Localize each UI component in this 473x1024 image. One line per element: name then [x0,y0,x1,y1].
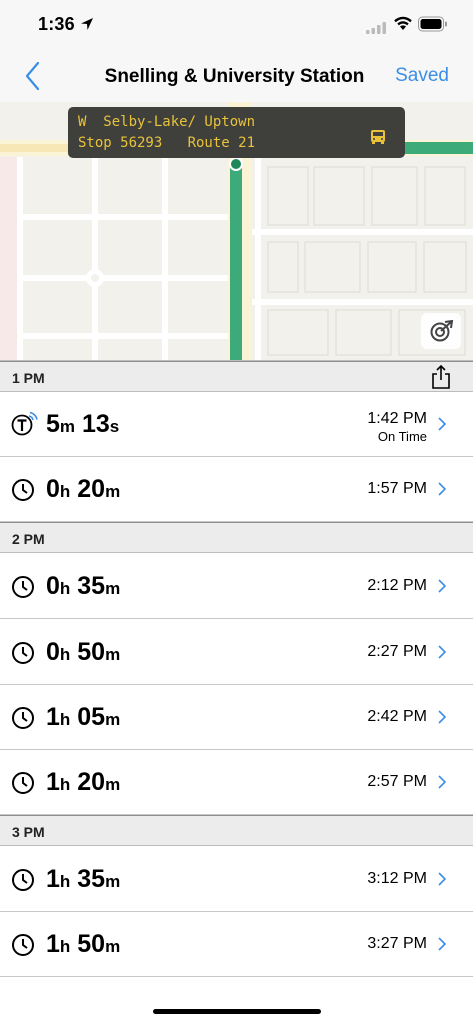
departure-row[interactable]: 0h 35m 2:12 PM [0,554,473,619]
countdown-minutes: 20 [77,475,106,503]
bus-icon [371,130,385,144]
clock-icon [12,576,34,598]
countdown-hours: 0 [46,475,60,503]
countdown-minutes: 05 [77,703,106,731]
countdown-hours-unit: h [59,482,71,501]
stop-route-label: Stop 56293 Route 21 [78,135,256,151]
countdown-minutes: 50 [77,930,106,958]
clock-icon [12,642,34,664]
clock-icon [12,869,34,891]
countdown-minutes: 35 [77,572,106,600]
share-icon[interactable] [430,365,452,389]
countdown-minor: 13 [81,410,110,438]
wifi-icon [394,16,412,30]
chevron-right-icon [438,937,447,951]
section-label: 3 PM [12,824,45,840]
location-arrow-icon [81,18,93,30]
countdown: 0h 35m [46,572,120,601]
countdown: 0h 50m [46,638,120,667]
home-indicator[interactable] [153,1009,321,1014]
status-time: 1:36 [38,14,75,34]
clock-icon [12,479,34,501]
section-label: 1 PM [12,370,45,386]
countdown-hours: 1 [46,865,60,893]
countdown: 0h 20m [46,475,120,504]
countdown-minutes-unit: m [105,579,121,598]
countdown-minor-unit: s [109,417,120,436]
countdown: 5m 13s [46,410,119,439]
countdown-hours-unit: h [59,710,71,729]
countdown: 1h 35m [46,865,120,894]
on-time-status: On Time [377,429,427,444]
countdown-minutes: 35 [77,865,106,893]
countdown-hours-unit: h [59,645,71,664]
departure-row[interactable]: 5m 13s 1:42 PM On Time [0,392,473,457]
clock-icon [12,934,34,956]
section-header-2pm: 2 PM [0,522,473,553]
chevron-right-icon [438,645,447,659]
status-bar: 1:36 [0,0,473,50]
departure-time: 3:27 PM [367,935,427,952]
departure-time: 1:42 PM [367,410,427,427]
battery-icon [418,16,447,32]
navigation-bar: Snelling & University Station Saved [0,50,473,102]
countdown-minutes-unit: m [105,482,121,501]
departure-time: 2:57 PM [367,773,427,790]
saved-button[interactable]: Saved [395,65,449,87]
chevron-right-icon [438,775,447,789]
countdown-minutes-unit: m [105,645,121,664]
map-view[interactable]: W Selby-Lake/ Uptown Stop 56293 Route 21 [0,102,473,361]
clock-icon [12,772,34,794]
departure-row[interactable]: 0h 50m 2:27 PM [0,620,473,685]
departure-time: 3:12 PM [367,870,427,887]
countdown-minutes-unit: m [105,775,121,794]
departure-time: 2:12 PM [367,577,427,594]
chevron-right-icon [438,482,447,496]
locate-target-icon [430,320,454,342]
clock-icon [12,707,34,729]
countdown-minutes: 20 [77,768,106,796]
departure-row[interactable]: 1h 35m 3:12 PM [0,847,473,912]
chevron-right-icon [438,872,447,886]
countdown-hours-unit: h [59,775,71,794]
route-sign: W Selby-Lake/ Uptown Stop 56293 Route 21 [68,107,405,158]
countdown-hours-unit: h [59,937,71,956]
countdown-hours-unit: h [59,872,71,891]
section-header-3pm: 3 PM [0,815,473,846]
section-label: 2 PM [12,531,45,547]
locate-button[interactable] [421,313,461,349]
departure-time: 2:27 PM [367,643,427,660]
countdown-minutes-unit: m [105,710,121,729]
countdown-major-unit: m [59,417,76,436]
departure-row[interactable]: 1h 20m 2:57 PM [0,750,473,815]
section-header-1pm: 1 PM [0,361,473,392]
departure-row[interactable]: 0h 20m 1:57 PM [0,457,473,522]
departure-time: 1:57 PM [367,480,427,497]
countdown-hours: 0 [46,572,60,600]
chevron-right-icon [438,710,447,724]
chevron-right-icon [438,579,447,593]
chevron-right-icon [438,417,447,431]
departure-row[interactable]: 1h 05m 2:42 PM [0,685,473,750]
countdown-hours: 1 [46,768,60,796]
countdown: 1h 50m [46,930,120,959]
departure-time: 2:42 PM [367,708,427,725]
countdown-minutes-unit: m [105,872,121,891]
countdown: 1h 05m [46,703,120,732]
route-direction-label: W Selby-Lake/ Uptown [78,114,256,130]
departure-row[interactable]: 1h 50m 3:27 PM [0,912,473,977]
realtime-transit-icon [11,411,38,436]
countdown-hours-unit: h [59,579,71,598]
countdown-hours: 0 [46,638,60,666]
countdown-hours: 1 [46,930,60,958]
cellular-signal-icon [366,22,386,34]
countdown-hours: 1 [46,703,60,731]
countdown-minutes: 50 [77,638,106,666]
countdown: 1h 20m [46,768,120,797]
countdown-minutes-unit: m [105,937,121,956]
countdown-major: 5 [46,410,60,438]
